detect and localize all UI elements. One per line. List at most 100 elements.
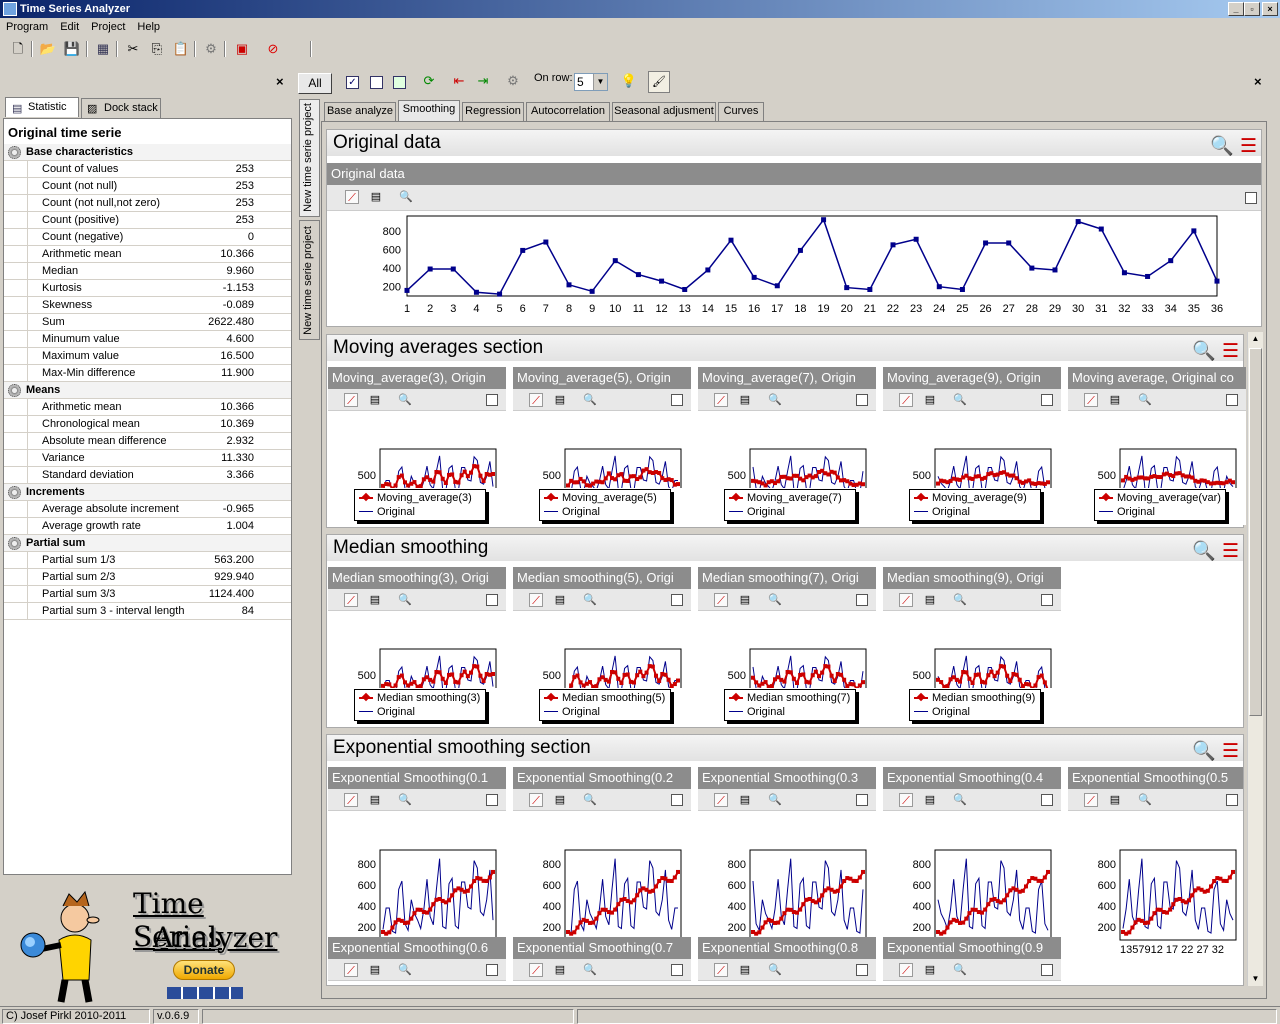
- document-icon[interactable]: ▤: [368, 393, 382, 407]
- zoom-icon[interactable]: 🔍: [768, 963, 782, 977]
- uncheck-all-icon[interactable]: [370, 76, 383, 89]
- chevron-down-icon[interactable]: ▼: [593, 74, 607, 90]
- chart-icon[interactable]: ⟋: [529, 593, 543, 607]
- menu-help[interactable]: Help: [131, 18, 166, 36]
- chart-card-checkbox[interactable]: [1041, 394, 1053, 406]
- zoom-icon[interactable]: 🔍: [398, 963, 412, 977]
- chart-icon[interactable]: ⟋: [899, 963, 913, 977]
- left-pane-close-icon[interactable]: ×: [276, 74, 284, 89]
- document-icon[interactable]: ▤: [369, 190, 383, 204]
- refresh-icon[interactable]: ⟳: [420, 72, 438, 90]
- chart-card-checkbox[interactable]: [1226, 794, 1238, 806]
- chart-icon[interactable]: ⟋: [529, 793, 543, 807]
- document-icon[interactable]: ▤: [738, 593, 752, 607]
- copy-icon[interactable]: ⎘: [148, 40, 166, 58]
- zoom-icon[interactable]: 🔍: [1210, 136, 1234, 157]
- open-folder-icon[interactable]: 📂: [39, 40, 57, 58]
- tab-statistic[interactable]: ▤ Statistic: [5, 97, 79, 117]
- move-right-icon[interactable]: ⇥: [474, 72, 492, 90]
- zoom-icon[interactable]: 🔍: [953, 963, 967, 977]
- chart-icon[interactable]: ⟋: [344, 593, 358, 607]
- zoom-icon[interactable]: 🔍: [1192, 741, 1216, 762]
- zoom-icon[interactable]: 🔍: [953, 393, 967, 407]
- chart-icon[interactable]: ⟋: [899, 793, 913, 807]
- chart-card-checkbox[interactable]: [1041, 594, 1053, 606]
- chart-icon[interactable]: ⟋: [529, 393, 543, 407]
- stat-group[interactable]: Base characteristics: [4, 144, 291, 161]
- zoom-icon[interactable]: 🔍: [1138, 393, 1152, 407]
- donate-button[interactable]: Donate: [173, 960, 235, 980]
- chart-icon[interactable]: ⟋: [714, 393, 728, 407]
- document-icon[interactable]: ▤: [738, 963, 752, 977]
- zoom-icon[interactable]: 🔍: [1192, 341, 1216, 362]
- document-icon[interactable]: ▤: [1108, 793, 1122, 807]
- chart-card-checkbox[interactable]: [856, 594, 868, 606]
- document-icon[interactable]: ▤: [738, 793, 752, 807]
- on-row-select[interactable]: 5 ▼: [574, 73, 608, 91]
- scroll-down-icon[interactable]: ▼: [1248, 972, 1263, 986]
- chart-card-checkbox[interactable]: [671, 964, 683, 976]
- original-checkbox[interactable]: [1245, 192, 1257, 204]
- chart-card-checkbox[interactable]: [1041, 964, 1053, 976]
- stat-group[interactable]: Means: [4, 382, 291, 399]
- pdf-icon[interactable]: ▣: [233, 40, 251, 58]
- tab-autocorrelation[interactable]: Autocorrelation: [526, 102, 610, 121]
- document-icon[interactable]: ▤: [923, 793, 937, 807]
- tab-seasonal-adjusment[interactable]: Seasonal adjusment: [612, 102, 716, 121]
- chart-card-checkbox[interactable]: [856, 394, 868, 406]
- maximize-button[interactable]: ▫: [1244, 2, 1260, 16]
- cut-icon[interactable]: ✂: [124, 40, 142, 58]
- chart-icon[interactable]: ⟋: [714, 963, 728, 977]
- chart-icon[interactable]: ⟋: [344, 393, 358, 407]
- save-icon[interactable]: 💾: [63, 40, 81, 58]
- minimize-button[interactable]: _: [1228, 2, 1244, 16]
- chart-icon[interactable]: ⟋: [714, 793, 728, 807]
- all-button[interactable]: All: [298, 73, 332, 94]
- project-tab-1[interactable]: New time serie project: [299, 99, 320, 217]
- chart-icon[interactable]: ⟋: [345, 190, 359, 204]
- menu-program[interactable]: Program: [0, 18, 54, 36]
- document-icon[interactable]: ▤: [553, 393, 567, 407]
- zoom-icon[interactable]: 🔍: [583, 593, 597, 607]
- zoom-icon[interactable]: 🔍: [398, 393, 412, 407]
- stat-group[interactable]: Increments: [4, 484, 291, 501]
- chart-card-checkbox[interactable]: [486, 594, 498, 606]
- stat-group[interactable]: Partial sum: [4, 535, 291, 552]
- content-scrollbar[interactable]: ▲ ▼: [1247, 332, 1263, 986]
- document-icon[interactable]: ▤: [368, 793, 382, 807]
- project-tab-2[interactable]: New time serie project: [299, 220, 320, 340]
- zoom-icon[interactable]: 🔍: [583, 963, 597, 977]
- chart-card-checkbox[interactable]: [856, 794, 868, 806]
- chart-icon[interactable]: ⟋: [344, 963, 358, 977]
- zoom-icon[interactable]: 🔍: [953, 593, 967, 607]
- document-icon[interactable]: ▤: [923, 963, 937, 977]
- document-icon[interactable]: ▤: [553, 963, 567, 977]
- zoom-icon[interactable]: 🔍: [768, 393, 782, 407]
- chart-icon[interactable]: ⟋: [899, 593, 913, 607]
- tab-smoothing[interactable]: Smoothing: [398, 100, 460, 121]
- document-icon[interactable]: ▤: [553, 793, 567, 807]
- new-file-icon[interactable]: 🗋: [9, 40, 27, 58]
- remove-icon[interactable]: ☰: [1222, 541, 1239, 562]
- zoom-icon[interactable]: 🔍: [1138, 793, 1152, 807]
- tab-dock-stack[interactable]: ▨ Dock stack: [81, 98, 161, 118]
- invert-check-icon[interactable]: [393, 76, 406, 89]
- chart-card-checkbox[interactable]: [671, 394, 683, 406]
- chart-icon[interactable]: ⟋: [1084, 393, 1098, 407]
- scroll-thumb[interactable]: [1249, 348, 1262, 716]
- brush-icon[interactable]: 🖌: [648, 71, 670, 93]
- check-all-icon[interactable]: ✓: [346, 76, 359, 89]
- remove-icon[interactable]: ☰: [1222, 341, 1239, 362]
- tab-base-analyze[interactable]: Base analyze: [324, 102, 396, 121]
- remove-icon[interactable]: ☰: [1222, 741, 1239, 762]
- document-icon[interactable]: ▤: [1108, 393, 1122, 407]
- scroll-up-icon[interactable]: ▲: [1248, 332, 1263, 346]
- zoom-icon[interactable]: 🔍: [768, 793, 782, 807]
- chart-icon[interactable]: ⟋: [529, 963, 543, 977]
- table-icon[interactable]: ▦: [94, 40, 112, 58]
- stop-icon[interactable]: ⊘: [264, 40, 282, 58]
- chart-card-checkbox[interactable]: [671, 594, 683, 606]
- remove-icon[interactable]: ☰: [1240, 136, 1257, 157]
- chart-icon[interactable]: ⟋: [344, 793, 358, 807]
- menu-edit[interactable]: Edit: [54, 18, 85, 36]
